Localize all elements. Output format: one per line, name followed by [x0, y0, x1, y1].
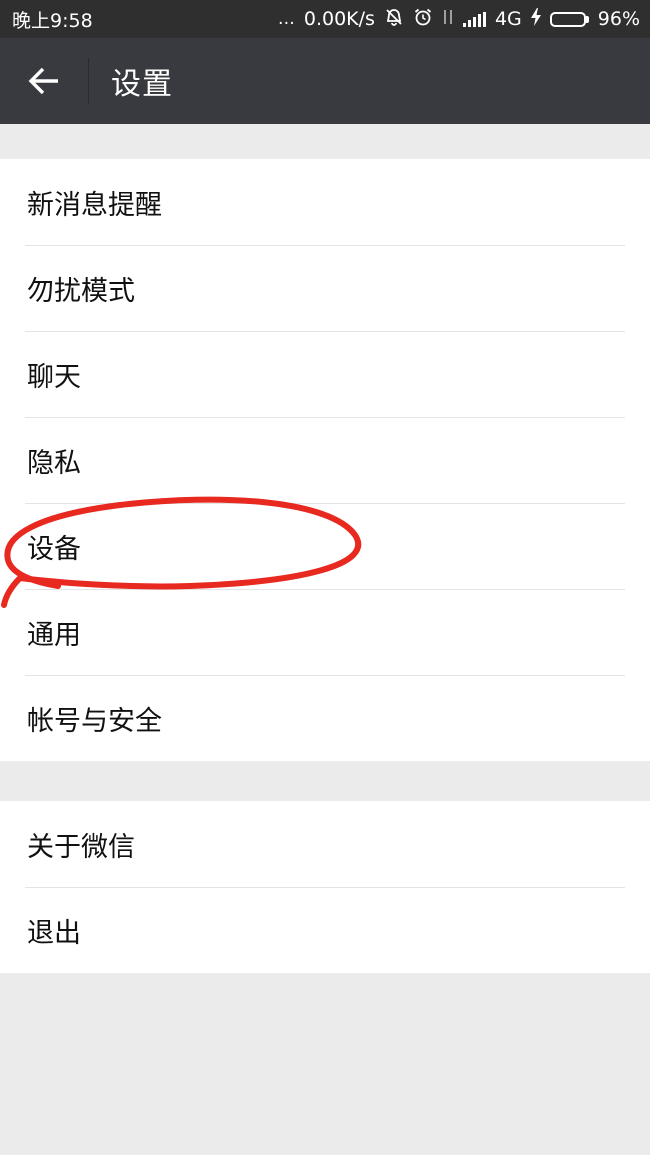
mute-icon	[384, 7, 404, 32]
status-bar: 晚上9:58 … 0.00K/s 4G 96%	[0, 0, 650, 38]
settings-item-label: 退出	[27, 917, 81, 949]
settings-item-about-wechat[interactable]: 关于微信	[0, 801, 650, 887]
charging-icon	[530, 7, 541, 31]
settings-item-label: 关于微信	[27, 831, 135, 863]
settings-item-privacy[interactable]: 隐私	[0, 417, 650, 503]
alarm-icon	[413, 7, 433, 32]
settings-item-label: 设备	[27, 533, 81, 565]
settings-item-account-security[interactable]: 帐号与安全	[0, 675, 650, 761]
status-time: 晚上9:58	[12, 9, 93, 32]
settings-item-general[interactable]: 通用	[0, 589, 650, 675]
data-arrows-icon	[442, 8, 454, 31]
title-divider	[88, 58, 89, 104]
page-title: 设置	[111, 67, 173, 102]
signal-icon	[462, 11, 486, 27]
settings-item-label: 通用	[27, 619, 81, 651]
settings-item-label: 聊天	[27, 361, 81, 393]
network-type: 4G	[494, 8, 522, 30]
settings-item-devices[interactable]: 设备	[0, 503, 650, 589]
settings-item-new-message-alerts[interactable]: 新消息提醒	[0, 159, 650, 245]
battery-icon	[549, 11, 589, 27]
settings-item-label: 帐号与安全	[27, 705, 162, 737]
settings-group-about: 关于微信 退出	[0, 801, 650, 973]
settings-item-chat[interactable]: 聊天	[0, 331, 650, 417]
title-bar: 设置	[0, 38, 650, 124]
net-speed: 0.00K/s	[303, 8, 375, 30]
battery-percent: 96%	[597, 8, 640, 30]
settings-item-label: 新消息提醒	[27, 189, 162, 221]
settings-item-do-not-disturb[interactable]: 勿扰模式	[0, 245, 650, 331]
settings-item-label: 勿扰模式	[27, 275, 135, 307]
back-button[interactable]	[0, 38, 88, 124]
status-icons: … 0.00K/s 4G 96%	[278, 7, 640, 32]
more-dots: …	[277, 8, 295, 29]
arrow-left-icon	[28, 67, 58, 95]
settings-item-logout[interactable]: 退出	[0, 887, 650, 973]
settings-item-label: 隐私	[27, 447, 81, 479]
settings-group-main: 新消息提醒 勿扰模式 聊天 隐私 设备 通用 帐号与安全	[0, 159, 650, 761]
